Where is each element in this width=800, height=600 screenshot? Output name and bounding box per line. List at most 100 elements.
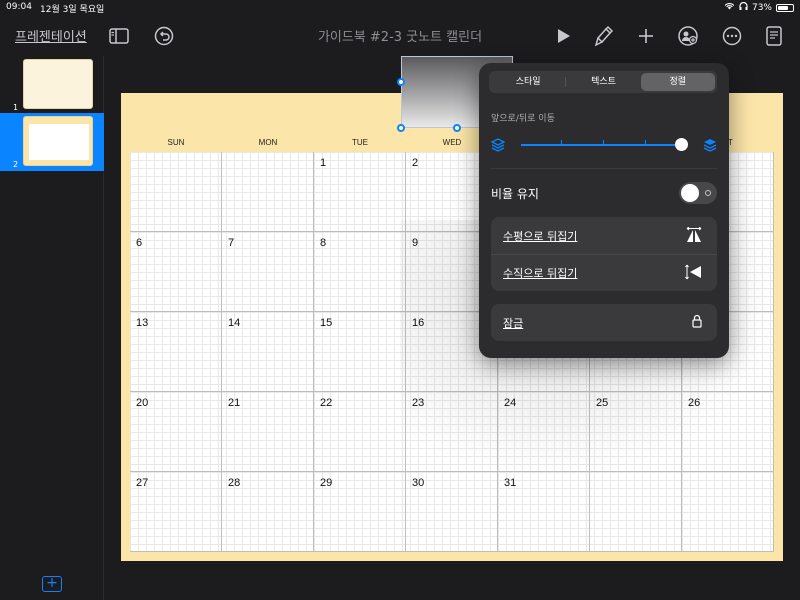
slide-thumb-image bbox=[23, 59, 93, 109]
resize-handle[interactable] bbox=[453, 124, 461, 132]
calendar-cell[interactable]: 28 bbox=[222, 472, 314, 552]
date-number: 29 bbox=[320, 477, 333, 489]
lock-button[interactable]: 잠금 bbox=[491, 304, 717, 341]
layer-order-slider[interactable] bbox=[490, 135, 717, 156]
collaborate-icon[interactable] bbox=[676, 24, 700, 48]
weekday-label: SUN bbox=[167, 138, 185, 147]
date-number: 13 bbox=[136, 317, 149, 329]
lock-ratio-toggle[interactable] bbox=[679, 182, 717, 204]
plus-icon[interactable] bbox=[634, 24, 658, 48]
calendar-cell[interactable]: 15 bbox=[314, 312, 406, 392]
date-number: 14 bbox=[228, 317, 241, 329]
send-backward-icon[interactable] bbox=[490, 138, 506, 156]
calendar-cell[interactable]: 31 bbox=[498, 472, 590, 552]
presentations-back-button[interactable]: 프레젠테이션 bbox=[15, 26, 87, 45]
date-number: 7 bbox=[228, 237, 235, 249]
calendar-cell[interactable]: 13 bbox=[130, 312, 222, 392]
date-number: 31 bbox=[504, 477, 517, 489]
document-icon[interactable] bbox=[762, 24, 786, 48]
calendar-cell[interactable]: 26 bbox=[682, 392, 774, 472]
calendar-cell[interactable] bbox=[682, 472, 774, 552]
calendar-cell[interactable]: 21 bbox=[222, 392, 314, 472]
calendar-cell[interactable]: 30 bbox=[406, 472, 498, 552]
calendar-cell[interactable] bbox=[590, 472, 682, 552]
calendar-cell[interactable]: 14 bbox=[222, 312, 314, 392]
date-number: 16 bbox=[412, 317, 425, 329]
play-icon[interactable] bbox=[552, 24, 576, 48]
calendar-cell[interactable] bbox=[130, 152, 222, 232]
calendar-cell[interactable]: 6 bbox=[130, 232, 222, 312]
format-brush-icon[interactable] bbox=[592, 24, 616, 48]
slide-number: 2 bbox=[13, 160, 19, 169]
flip-vertical-button[interactable]: 수직으로 뒤집기 bbox=[491, 254, 717, 291]
flip-group: 수평으로 뒤집기 수직으로 뒤집기 bbox=[491, 217, 717, 291]
calendar-cell[interactable]: 22 bbox=[314, 392, 406, 472]
sidebar-icon[interactable] bbox=[107, 24, 131, 48]
date-number: 22 bbox=[320, 397, 333, 409]
slide-number: 1 bbox=[13, 103, 19, 112]
tab-arrange[interactable]: 정렬 bbox=[640, 73, 715, 91]
date-number: 8 bbox=[320, 237, 327, 249]
calendar-cell[interactable]: 1 bbox=[314, 152, 406, 232]
lock-group: 잠금 bbox=[491, 304, 717, 341]
calendar-cell[interactable]: 20 bbox=[130, 392, 222, 472]
lock-label: 잠금 bbox=[503, 317, 524, 330]
calendar-cell[interactable]: 23 bbox=[406, 392, 498, 472]
calendar-cell[interactable]: 27 bbox=[130, 472, 222, 552]
arrange-popover: 스타일 텍스트 정렬 앞으로/뒤로 이동 비율 유지 수평으로 뒤집기 수직으로 bbox=[479, 63, 729, 358]
weekday-label: MON bbox=[258, 138, 278, 147]
flip-horizontal-button[interactable]: 수평으로 뒤집기 bbox=[491, 217, 717, 254]
date-number: 15 bbox=[320, 317, 333, 329]
slide-thumb-image bbox=[23, 116, 93, 166]
slide-thumbnail-1[interactable]: 1 bbox=[0, 56, 104, 114]
flip-vertical-label: 수직으로 뒤집기 bbox=[503, 267, 578, 280]
toolbar: 프레젠테이션 가이드북 #2-3 굿노트 캘린더 bbox=[0, 16, 800, 56]
lock-ratio-label: 비율 유지 bbox=[491, 187, 539, 201]
date-number: 1 bbox=[320, 157, 327, 169]
slide-thumbnail-2[interactable]: 2 bbox=[0, 113, 104, 171]
calendar-cell[interactable]: 25 bbox=[590, 392, 682, 472]
date-number: 21 bbox=[228, 397, 241, 409]
move-forward-backward-label: 앞으로/뒤로 이동 bbox=[491, 114, 555, 124]
date-number: 6 bbox=[136, 237, 143, 249]
wifi-icon bbox=[724, 2, 735, 13]
tab-text[interactable]: 텍스트 bbox=[566, 73, 640, 91]
date-number: 28 bbox=[228, 477, 241, 489]
status-time: 09:04 bbox=[6, 2, 32, 12]
date-number: 30 bbox=[412, 477, 425, 489]
flip-vertical-icon bbox=[685, 264, 703, 284]
bring-forward-icon[interactable] bbox=[703, 138, 717, 156]
add-slide-button[interactable]: + bbox=[42, 576, 62, 592]
date-number: 9 bbox=[412, 237, 419, 249]
format-tabs: 스타일 텍스트 정렬 bbox=[489, 71, 717, 93]
slide-navigator: 1 2 + bbox=[0, 56, 104, 600]
calendar-cell[interactable]: 24 bbox=[498, 392, 590, 472]
date-number: 24 bbox=[504, 397, 517, 409]
undo-icon[interactable] bbox=[152, 24, 176, 48]
date-number: 2 bbox=[412, 157, 419, 169]
lock-ratio-row: 비율 유지 bbox=[491, 181, 717, 205]
calendar-cell[interactable]: 7 bbox=[222, 232, 314, 312]
date-number: 23 bbox=[412, 397, 425, 409]
battery-icon bbox=[776, 3, 794, 12]
date-number: 26 bbox=[688, 397, 701, 409]
flip-horizontal-label: 수평으로 뒤집기 bbox=[503, 230, 578, 243]
resize-handle[interactable] bbox=[397, 124, 405, 132]
date-number: 25 bbox=[596, 397, 609, 409]
calendar-cell[interactable]: 29 bbox=[314, 472, 406, 552]
slider-thumb[interactable] bbox=[675, 138, 688, 151]
status-date: 12월 3일 목요일 bbox=[40, 5, 105, 15]
calendar-cell[interactable]: 8 bbox=[314, 232, 406, 312]
flip-horizontal-icon bbox=[685, 226, 703, 247]
date-number: 20 bbox=[136, 397, 149, 409]
tab-style[interactable]: 스타일 bbox=[491, 73, 565, 91]
calendar-cell[interactable] bbox=[222, 152, 314, 232]
resize-handle[interactable] bbox=[397, 78, 405, 86]
weekday-label: TUE bbox=[352, 138, 368, 147]
date-number: 27 bbox=[136, 477, 149, 489]
more-icon[interactable] bbox=[720, 24, 744, 48]
status-bar: 09:04 12월 3일 목요일 73% bbox=[0, 0, 800, 16]
headphones-icon bbox=[739, 1, 748, 13]
status-right: 73% bbox=[724, 1, 794, 13]
battery-percent: 73% bbox=[751, 2, 772, 13]
